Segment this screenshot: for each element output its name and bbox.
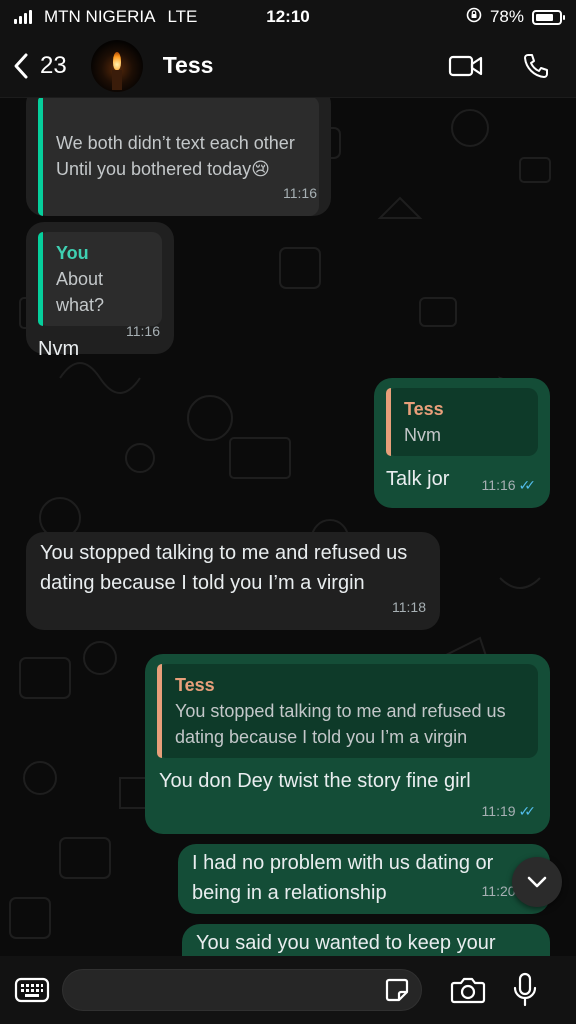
keyboard-icon	[14, 977, 50, 1003]
message-bubble-incoming[interactable]: We both didn’t text each other Until you…	[26, 98, 331, 250]
camera-button[interactable]	[450, 975, 486, 1005]
camera-icon	[450, 977, 486, 1004]
phone-icon	[524, 53, 548, 78]
message-text: You stopped talking to me and refused us…	[40, 542, 408, 594]
unread-count: 23	[40, 51, 67, 79]
quoted-author: Tess	[404, 399, 444, 419]
message-bubble-incoming[interactable]: You stopped talking to me and refused us…	[26, 532, 440, 630]
microphone-icon	[513, 972, 537, 1007]
chevron-down-icon	[527, 876, 547, 888]
read-receipt-icon: ✓✓	[518, 803, 537, 819]
quoted-author: You	[56, 243, 89, 263]
chat-area[interactable]: We both didn’t text each other Until you…	[0, 98, 576, 956]
message-bubble-incoming[interactable]: You About what? Nvm 11:16	[26, 222, 174, 360]
signal-strength-icon	[14, 10, 32, 24]
message-text-field[interactable]	[79, 979, 383, 1001]
message-input[interactable]	[62, 969, 422, 1011]
chat-header: 23 Tess	[0, 34, 576, 98]
chevron-left-icon	[14, 53, 28, 78]
message-bubble-outgoing[interactable]: Tess Nvm Talk jor 11:16 ✓✓	[374, 378, 550, 508]
status-bar: MTN NIGERIA LTE 12:10 78%	[0, 0, 576, 34]
message-bubble-outgoing[interactable]: Tess You stopped talking to me and refus…	[145, 654, 550, 834]
battery-icon	[532, 9, 565, 25]
read-receipt-icon: ✓✓	[518, 477, 537, 493]
message-time: 11:16	[283, 185, 317, 201]
battery-percent: 78%	[489, 7, 524, 26]
rotation-lock-icon	[466, 7, 482, 28]
quoted-message[interactable]: Tess Nvm	[386, 388, 538, 456]
voice-record-button[interactable]	[512, 972, 538, 1008]
message-time: 11:19	[481, 803, 516, 819]
quoted-message[interactable]: Tess You stopped talking to me and refus…	[157, 664, 538, 758]
message-bubble-outgoing[interactable]: I had no problem with us dating or being…	[178, 844, 550, 914]
quoted-author: Tess	[175, 675, 215, 695]
avatar[interactable]	[90, 39, 143, 92]
message-text: You don Dey twist the story fine girl	[159, 770, 471, 792]
back-button[interactable]: 23	[12, 52, 67, 80]
quoted-text: Nvm	[404, 425, 441, 445]
video-call-icon	[448, 55, 483, 76]
contact-name[interactable]: Tess	[163, 52, 214, 79]
video-call-button[interactable]	[448, 54, 484, 78]
voice-call-button[interactable]	[522, 52, 550, 80]
sticker-icon[interactable]	[383, 976, 411, 1004]
quoted-message[interactable]: You About what?	[38, 232, 162, 326]
message-time: 11:20	[481, 883, 516, 899]
quoted-text: You stopped talking to me and refused us…	[175, 701, 506, 747]
message-bubble-outgoing[interactable]: You said you wanted to keep your	[182, 924, 550, 956]
message-text: You said you wanted to keep your	[196, 932, 496, 954]
scroll-to-bottom-button[interactable]	[512, 857, 562, 907]
message-time: 11:18	[392, 599, 426, 615]
quoted-text: About what?	[56, 269, 105, 315]
quoted-text: We both didn’t text each other Until you…	[56, 133, 295, 179]
keyboard-button[interactable]	[14, 976, 50, 1004]
message-input-bar	[0, 956, 576, 1024]
network-type: LTE	[167, 7, 198, 26]
message-time: 11:16	[481, 477, 516, 493]
quoted-message[interactable]: We both didn’t text each other Until you…	[38, 98, 319, 216]
message-time: 11:16	[126, 323, 160, 339]
carrier-name: MTN NIGERIA	[44, 7, 156, 26]
